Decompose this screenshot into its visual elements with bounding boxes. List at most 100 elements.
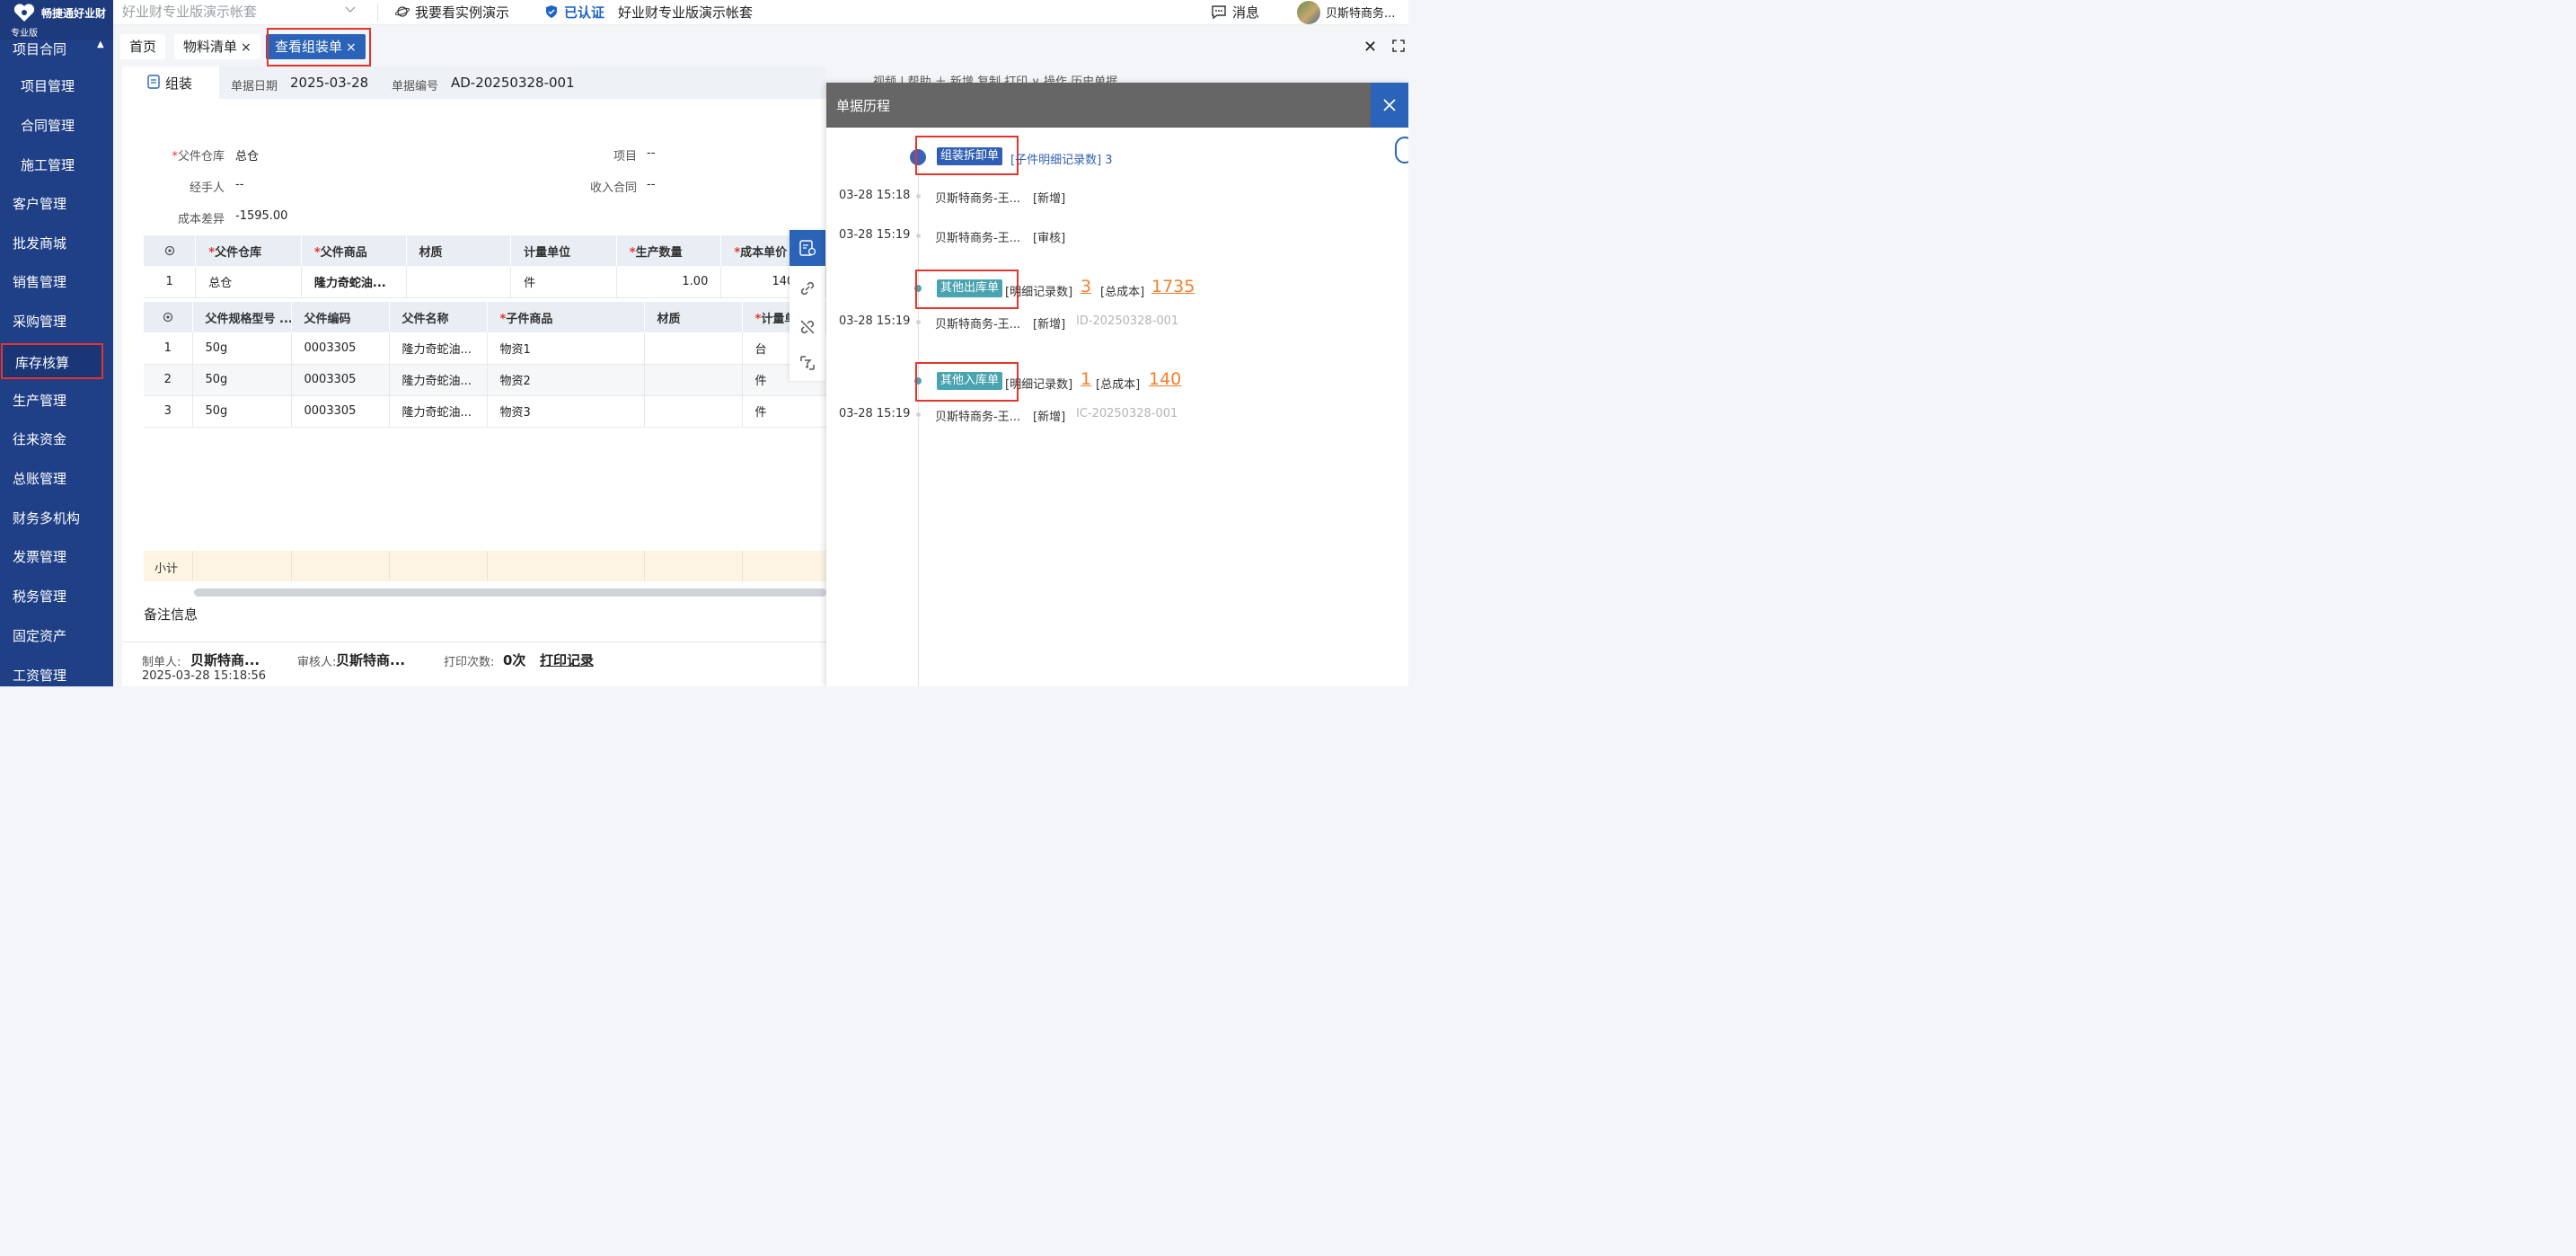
detail-count-link[interactable]: 3 (1081, 277, 1091, 296)
sidebar-item-construction-mgmt[interactable]: 施工管理 (0, 147, 113, 183)
cell[interactable]: 物资3 (487, 395, 645, 428)
cell[interactable]: 件 (510, 266, 617, 298)
cell[interactable]: 隆力奇蛇油... (389, 364, 488, 396)
cell[interactable]: 隆力奇蛇油... (301, 266, 407, 298)
sidebar-item-funds[interactable]: 往来资金 (0, 421, 113, 457)
warehouse-label: *父件仓库 (172, 150, 225, 164)
cell[interactable]: 1.00 (616, 266, 722, 298)
cell[interactable]: 50g (192, 332, 292, 365)
project-value[interactable]: -- (647, 146, 655, 160)
total-cost-link[interactable]: 1735 (1151, 277, 1195, 296)
table-row[interactable]: 3 50g 0003305 隆力奇蛇油... 物资3 件 (144, 395, 827, 428)
sidebar-item-purchase-mgmt[interactable]: 采购管理 (0, 304, 113, 340)
sidebar-item-tax[interactable]: 税务管理 (0, 579, 113, 615)
contract-value[interactable]: -- (647, 178, 655, 191)
handler-value[interactable]: -- (235, 178, 243, 191)
messages-link[interactable]: 消息 (1232, 3, 1259, 22)
doc-tab-assembly[interactable]: 组装 (122, 66, 219, 99)
sidebar-item-multi-org[interactable]: 财务多机构 (0, 500, 113, 536)
sidebar-item-payroll[interactable]: 工资管理 (0, 658, 113, 686)
print-record-link[interactable]: 打印记录 (540, 650, 594, 669)
cell[interactable]: 0003305 (291, 332, 390, 365)
column-settings[interactable] (144, 302, 193, 332)
event-doc-ref[interactable]: IC-20250328-001 (1076, 407, 1178, 420)
link-tool-button[interactable] (790, 270, 825, 306)
doc-tab-label: 组装 (165, 75, 193, 92)
warehouse-value[interactable]: 总仓 (235, 146, 259, 164)
sidebar-group-project-contract[interactable]: 项目合同 ▲ (13, 40, 104, 58)
event-doc-ref[interactable]: ID-20250328-001 (1076, 314, 1178, 328)
horizontal-scrollbar[interactable] (194, 588, 826, 597)
sidebar-item-fixed-assets[interactable]: 固定资产 (0, 618, 113, 654)
brand-logo[interactable]: 畅捷通好业财 专业版 (0, 0, 113, 40)
total-cost-link[interactable]: 140 (1149, 369, 1181, 389)
gear-icon[interactable] (163, 244, 176, 257)
demo-link[interactable]: 我要看实例演示 (415, 3, 509, 22)
fullscreen-icon[interactable] (1392, 40, 1405, 52)
maker-label: 制单人: (142, 656, 181, 669)
verified-shield-icon (546, 5, 557, 18)
cell[interactable]: 物资2 (487, 364, 645, 396)
sidebar-item-invoice[interactable]: 发票管理 (0, 539, 113, 575)
cell[interactable]: 0003305 (291, 395, 390, 428)
close-icon[interactable]: × (241, 40, 251, 55)
cell[interactable] (406, 266, 512, 298)
column-settings[interactable] (144, 235, 197, 266)
table-header-row: *父件仓库 *父件商品 材质 计量单位 *生产数量 *成本单价 (144, 235, 826, 266)
tab-bom[interactable]: 物料清单 × (174, 34, 260, 59)
sidebar-item-inventory-accounting[interactable]: 库存核算 (1, 343, 103, 379)
table-row[interactable]: 1 总仓 隆力奇蛇油... 件 1.00 140.00 (144, 266, 826, 298)
side-float-icon[interactable] (1395, 137, 1408, 164)
cell[interactable]: 总仓 (195, 266, 302, 298)
table-row[interactable]: 2 50g 0003305 隆力奇蛇油... 物资2 件 (144, 364, 827, 396)
cell[interactable]: 隆力奇蛇油... (389, 395, 488, 428)
event-time: 03-28 15:19 (839, 228, 911, 242)
user-name[interactable]: 贝斯特商务... (1326, 4, 1395, 21)
sidebar-item-customer-mgmt[interactable]: 客户管理 (0, 186, 113, 222)
sidebar: 畅捷通好业财 专业版 项目合同 ▲ 项目管理 合同管理 施工管理 客户管理 批发… (0, 0, 113, 686)
sidebar-item-wholesale-mall[interactable]: 批发商城 (0, 226, 113, 261)
table-row[interactable]: 1 50g 0003305 隆力奇蛇油... 物资1 台 (144, 332, 827, 365)
subtotal-label: 小计 (154, 562, 179, 576)
sidebar-item-ledger[interactable]: 总账管理 (0, 461, 113, 497)
close-icon[interactable]: ✕ (1363, 38, 1377, 57)
child-item-tool-button[interactable] (790, 345, 825, 381)
sidebar-item-production-mgmt[interactable]: 生产管理 (0, 383, 113, 419)
panel-title: 单据历程 (836, 98, 891, 114)
panel-close-button[interactable] (1371, 83, 1408, 128)
history-tool-button[interactable] (790, 230, 825, 266)
subtotal-cell (192, 551, 193, 581)
cell[interactable] (644, 395, 743, 428)
highlight-box (915, 270, 1019, 309)
unlink-icon (800, 320, 815, 334)
chevron-down-icon[interactable] (345, 4, 356, 14)
avatar[interactable] (1297, 1, 1320, 24)
top-bar: 好业财专业版演示帐套 我要看实例演示 已认证 好业财专业版演示帐套 消息 贝斯特… (113, 0, 1408, 25)
table-header-row: 父件规格型号 ... 父件编码 父件名称 *子件商品 材质 *计量单 (144, 302, 827, 332)
cell[interactable]: 件 (742, 395, 827, 428)
col-header: *子件商品 (487, 302, 645, 332)
event-user: 贝斯特商务-王... (935, 232, 1021, 245)
sidebar-item-project-mgmt[interactable]: 项目管理 (0, 68, 113, 104)
cell[interactable]: 物资1 (487, 332, 645, 365)
cell[interactable] (644, 364, 743, 396)
message-icon[interactable] (1211, 4, 1227, 20)
cell[interactable]: 50g (192, 364, 292, 396)
child-item-icon (800, 356, 815, 370)
col-header: 父件规格型号 ... (192, 302, 292, 332)
event-action: [审核] (1033, 232, 1066, 245)
date-label: 单据日期 (231, 80, 278, 93)
sidebar-item-contract-mgmt[interactable]: 合同管理 (0, 108, 113, 144)
row-index: 1 (144, 266, 197, 298)
detail-count-link[interactable]: 1 (1081, 369, 1091, 389)
account-select[interactable]: 好业财专业版演示帐套 (122, 2, 257, 21)
cell[interactable] (644, 332, 743, 365)
gear-icon[interactable] (162, 311, 174, 323)
cell[interactable]: 50g (192, 395, 292, 428)
document-history-icon (799, 240, 816, 256)
cell[interactable]: 0003305 (291, 364, 390, 396)
unlink-tool-button[interactable] (790, 309, 825, 345)
sidebar-item-sales-mgmt[interactable]: 销售管理 (0, 264, 113, 300)
cell[interactable]: 隆力奇蛇油... (389, 332, 488, 365)
tab-home[interactable]: 首页 (120, 34, 166, 59)
